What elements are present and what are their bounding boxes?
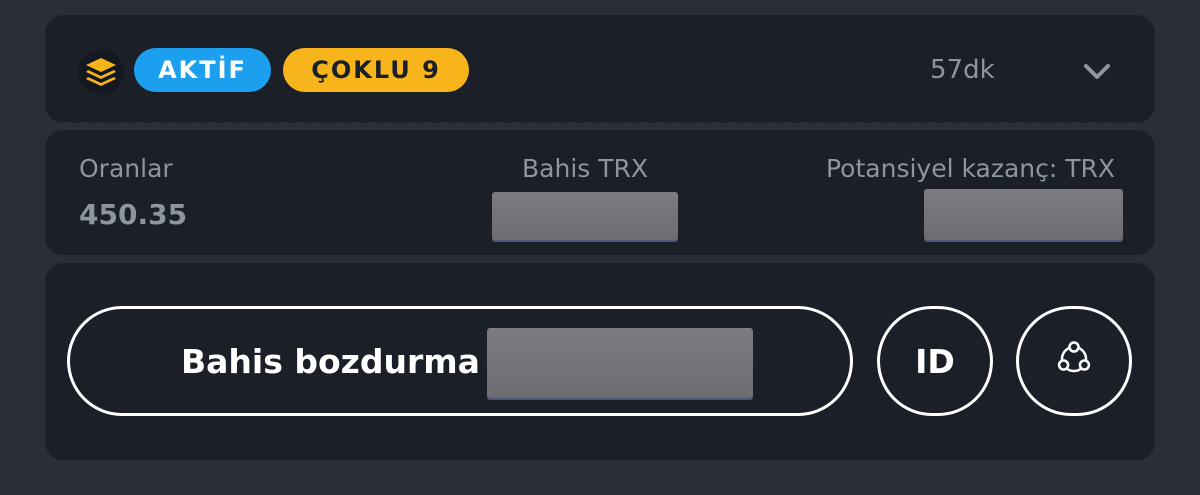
ticket-perforation [45, 122, 1155, 130]
cashout-label: Bahis bozdurma [181, 342, 480, 381]
status-badge: AKTİF [134, 48, 271, 92]
share-button[interactable] [1016, 306, 1132, 416]
bet-id-button[interactable]: ID [877, 306, 993, 416]
ticket-perforation [45, 255, 1155, 263]
redacted-cashout-amount [487, 328, 753, 398]
redacted-potential-win [924, 189, 1123, 240]
odds-value: 450.35 [79, 198, 188, 231]
bet-type-badge: ÇOKLU 9 [283, 48, 469, 92]
layers-icon [78, 49, 124, 95]
redacted-bet-amount [492, 192, 678, 240]
chevron-down-icon[interactable] [1080, 55, 1114, 89]
elapsed-time: 57dk [930, 55, 995, 85]
bet-amount-label: Bahis TRX [522, 154, 649, 183]
odds-label: Oranlar [79, 154, 173, 183]
share-icon [1054, 339, 1094, 383]
potential-win-label: Potansiyel kazanç: TRX [826, 154, 1116, 183]
